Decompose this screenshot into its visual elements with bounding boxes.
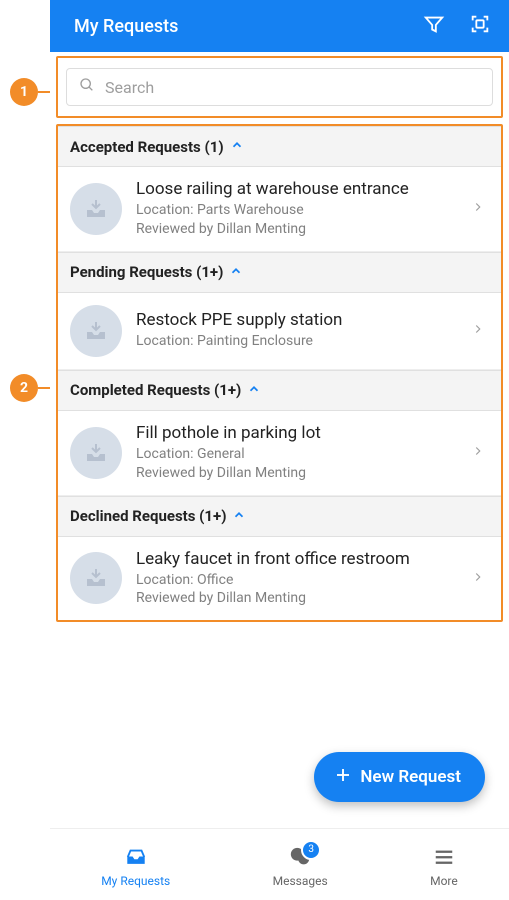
request-reviewed: Reviewed by Dillan Menting (136, 464, 471, 483)
list-item[interactable]: Fill pothole in parking lot Location: Ge… (58, 411, 501, 496)
chevron-up-icon (247, 381, 261, 400)
search-callout (56, 56, 503, 118)
nav-label: My Requests (101, 874, 170, 888)
sections-callout: Accepted Requests (1) Loose railing at w… (56, 124, 503, 622)
inbox-icon (70, 427, 122, 479)
bottom-nav: My Requests 3 Messages More (50, 828, 509, 900)
nav-label: More (430, 874, 458, 888)
nav-more[interactable]: More (430, 846, 458, 888)
request-location: Location: Office (136, 571, 471, 590)
plus-icon (334, 766, 352, 789)
search-box[interactable] (66, 68, 493, 106)
section-header-declined[interactable]: Declined Requests (1+) (58, 496, 501, 537)
section-header-label: Completed Requests (1+) (70, 381, 241, 399)
section-header-completed[interactable]: Completed Requests (1+) (58, 370, 501, 411)
request-title: Fill pothole in parking lot (136, 423, 471, 443)
section-header-label: Pending Requests (1+) (70, 263, 223, 281)
section-header-label: Accepted Requests (1) (70, 138, 224, 156)
messages-badge: 3 (301, 840, 321, 860)
request-location: Location: Parts Warehouse (136, 201, 471, 220)
request-body: Loose railing at warehouse entrance Loca… (136, 179, 471, 239)
inbox-icon (70, 552, 122, 604)
request-location: Location: General (136, 445, 471, 464)
list-item[interactable]: Restock PPE supply station Location: Pai… (58, 293, 501, 370)
request-reviewed: Reviewed by Dillan Menting (136, 220, 471, 239)
fab-label: New Request (360, 767, 461, 787)
request-body: Leaky faucet in front office restroom Lo… (136, 549, 471, 609)
request-reviewed: Reviewed by Dillan Menting (136, 589, 471, 608)
annotation-2: 2 (10, 374, 38, 402)
new-request-button[interactable]: New Request (314, 752, 485, 802)
inbox-icon (70, 305, 122, 357)
chat-icon: 3 (287, 846, 313, 871)
nav-label: Messages (273, 874, 328, 888)
filter-icon[interactable] (423, 13, 445, 39)
menu-icon (432, 846, 456, 871)
section-header-label: Declined Requests (1+) (70, 507, 226, 525)
list-item[interactable]: Loose railing at warehouse entrance Loca… (58, 167, 501, 252)
chevron-right-icon (471, 321, 489, 340)
section-header-pending[interactable]: Pending Requests (1+) (58, 252, 501, 293)
request-title: Restock PPE supply station (136, 310, 471, 330)
app-header: My Requests (50, 0, 509, 52)
inbox-icon (70, 183, 122, 235)
request-body: Fill pothole in parking lot Location: Ge… (136, 423, 471, 483)
nav-my-requests[interactable]: My Requests (101, 846, 170, 888)
chevron-right-icon (471, 443, 489, 462)
page-title: My Requests (74, 16, 423, 37)
chevron-right-icon (471, 199, 489, 218)
chevron-right-icon (471, 569, 489, 588)
request-location: Location: Painting Enclosure (136, 332, 471, 351)
chevron-up-icon (232, 507, 246, 526)
list-item[interactable]: Leaky faucet in front office restroom Lo… (58, 537, 501, 621)
search-input[interactable] (105, 78, 480, 97)
inbox-icon (123, 846, 149, 871)
scan-icon[interactable] (469, 13, 491, 39)
chevron-up-icon (229, 263, 243, 282)
phone-frame: My Requests Accepted Requests (1) (50, 0, 509, 900)
nav-messages[interactable]: 3 Messages (273, 846, 328, 888)
header-actions (423, 13, 491, 39)
request-body: Restock PPE supply station Location: Pai… (136, 310, 471, 351)
annotation-1: 1 (10, 78, 38, 106)
chevron-up-icon (230, 137, 244, 156)
request-title: Loose railing at warehouse entrance (136, 179, 471, 199)
request-title: Leaky faucet in front office restroom (136, 549, 471, 569)
section-header-accepted[interactable]: Accepted Requests (1) (58, 126, 501, 167)
search-icon (79, 77, 95, 97)
